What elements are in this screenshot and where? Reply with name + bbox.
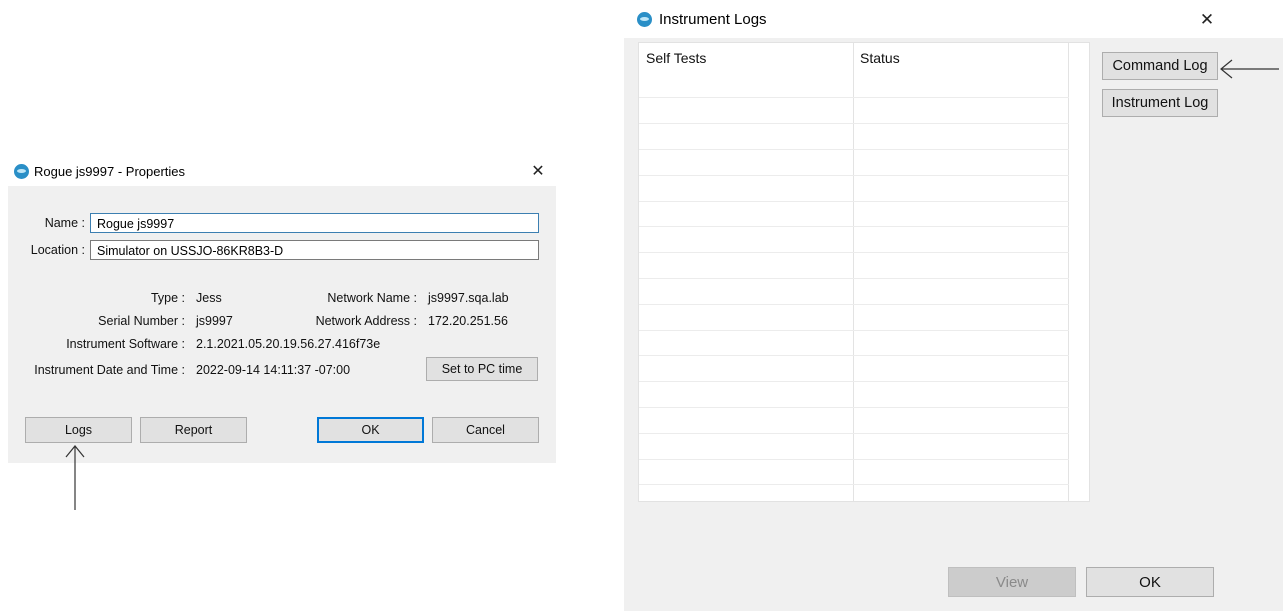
view-button[interactable]: View	[948, 567, 1076, 597]
cancel-button[interactable]: Cancel	[432, 417, 539, 443]
properties-close-icon[interactable]: ✕	[530, 164, 546, 180]
row-line	[639, 459, 1069, 460]
row-line	[639, 484, 1069, 485]
location-field[interactable]: Simulator on USSJO-86KR8B3-D	[90, 240, 539, 260]
col-header-self-tests[interactable]: Self Tests	[646, 50, 706, 66]
instrument-log-button[interactable]: Instrument Log	[1102, 89, 1218, 117]
network-address-value: 172.20.251.56	[428, 314, 508, 328]
arrow-left-annotation-icon	[1220, 59, 1279, 79]
row-line	[639, 330, 1069, 331]
name-field[interactable]: Rogue js9997	[90, 213, 539, 233]
grid-header: Self Tests Status	[639, 43, 1089, 69]
row-line	[639, 175, 1069, 176]
report-button[interactable]: Report	[140, 417, 247, 443]
row-line	[639, 278, 1069, 279]
properties-titlebar: Rogue js9997 - Properties ✕	[8, 156, 556, 186]
logs-ok-button[interactable]: OK	[1086, 567, 1214, 597]
properties-title: Rogue js9997 - Properties	[34, 164, 186, 179]
column-divider	[1089, 43, 1090, 501]
command-log-button[interactable]: Command Log	[1102, 52, 1218, 80]
network-address-label: Network Address :	[315, 314, 417, 328]
instrument-software-value: 2.1.2021.05.20.19.56.27.416f73e	[196, 337, 381, 351]
type-label: Type :	[150, 291, 185, 305]
name-label: Name :	[44, 216, 85, 230]
serial-number-label: Serial Number :	[98, 314, 185, 328]
serial-number-value: js9997	[196, 314, 233, 328]
instrument-software-label: Instrument Software :	[66, 337, 185, 351]
row-line	[639, 433, 1069, 434]
logs-title: Instrument Logs	[659, 11, 767, 28]
ok-button[interactable]: OK	[317, 417, 424, 443]
row-line	[639, 149, 1069, 150]
row-line	[639, 97, 1069, 98]
instrument-datetime-label: Instrument Date and Time :	[34, 363, 185, 377]
type-value: Jess	[196, 291, 222, 305]
col-header-status[interactable]: Status	[860, 50, 900, 66]
row-line	[639, 381, 1069, 382]
instrument-datetime-value: 2022-09-14 14:11:37 -07:00	[196, 363, 351, 377]
logs-close-icon[interactable]: ✕	[1199, 11, 1215, 28]
network-name-value: js9997.sqa.lab	[428, 291, 509, 305]
row-line	[639, 252, 1069, 253]
logs-button[interactable]: Logs	[25, 417, 132, 443]
row-line	[639, 123, 1069, 124]
row-line	[639, 355, 1069, 356]
self-tests-grid[interactable]: Self Tests Status	[638, 42, 1090, 502]
logs-titlebar: Instrument Logs ✕	[624, 0, 1283, 38]
properties-dialog-body: Name : Rogue js9997 Location : Simulator…	[8, 186, 556, 463]
network-name-label: Network Name :	[327, 291, 417, 305]
row-line	[639, 201, 1069, 202]
row-line	[639, 304, 1069, 305]
app-icon	[14, 164, 29, 179]
app-icon	[637, 12, 652, 27]
location-label: Location :	[30, 243, 85, 257]
row-line	[639, 407, 1069, 408]
arrow-up-annotation-icon	[65, 445, 85, 510]
row-line	[639, 226, 1069, 227]
set-to-pc-time-button[interactable]: Set to PC time	[426, 357, 538, 381]
